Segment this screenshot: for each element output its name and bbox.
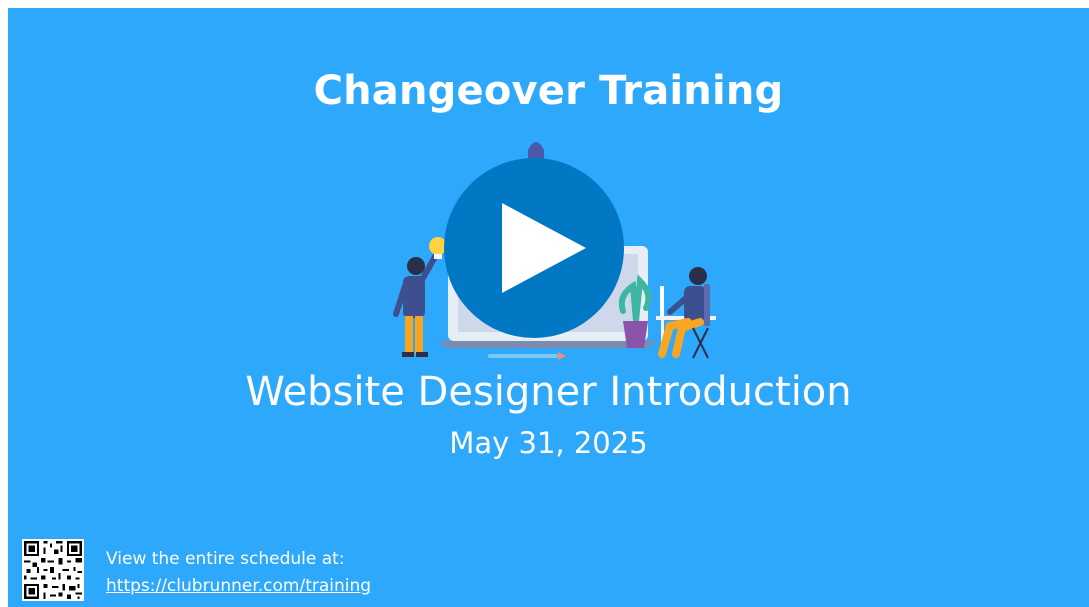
schedule-info: View the entire schedule at: https://clu…	[106, 546, 371, 600]
schedule-label: View the entire schedule at:	[106, 549, 345, 569]
slide-title: Changeover Training	[313, 68, 784, 114]
schedule-link[interactable]: https://clubrunner.com/training	[106, 573, 371, 600]
qr-code	[22, 539, 84, 601]
video-thumbnail[interactable]: Changeover Training Website Designer Int…	[8, 8, 1089, 607]
slide-date: May 31, 2025	[449, 426, 648, 460]
slide-subtitle: Website Designer Introduction	[245, 369, 852, 415]
play-icon	[502, 203, 586, 293]
play-button[interactable]	[444, 158, 624, 338]
